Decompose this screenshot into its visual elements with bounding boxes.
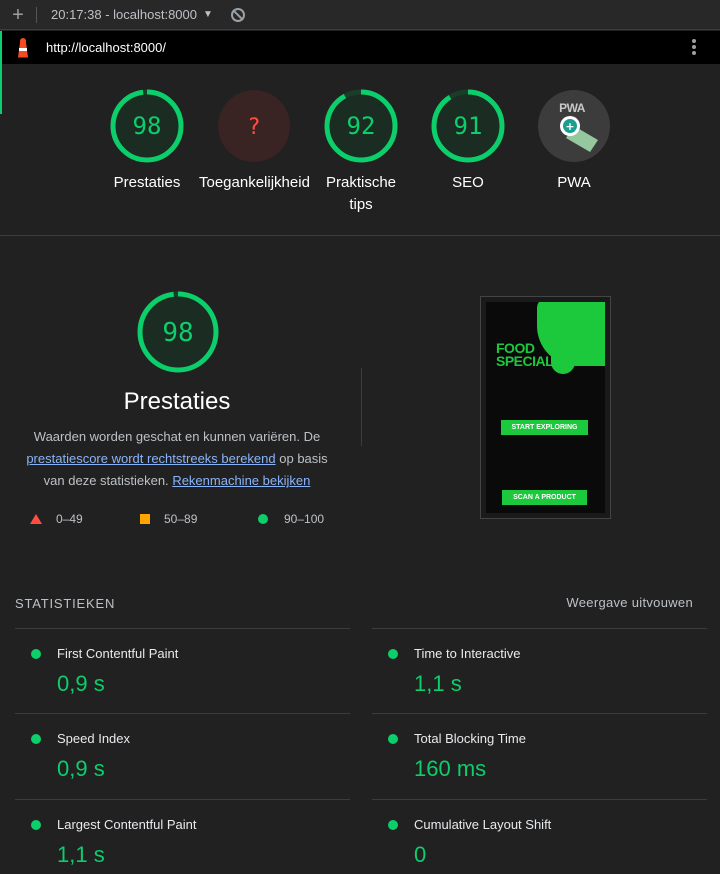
metric-cumulative-layout-shift: Cumulative Layout Shift 0 [372,799,707,874]
pass-circle-icon [31,734,41,744]
metric-value: 0 [414,842,427,867]
gauge-pwa[interactable]: PWA + PWA [519,88,629,194]
calculator-link[interactable]: Rekenmachine bekijken [172,473,310,488]
metric-name: Speed Index [57,731,131,746]
gauge-praktische-tips[interactable]: 92 Praktische tips [306,88,416,216]
devtools-toolbar: + 20:17:38 - localhost:8000 ▼ [0,0,720,30]
final-screenshot-thumbnail[interactable]: FOOD SPECIALIST START EXPLORING SCAN A P… [480,296,611,519]
metric-largest-contentful-paint: Largest Contentful Paint 1,1 s [15,799,350,874]
metric-value: 0,9 s [57,756,105,781]
more-options-kebab-icon[interactable] [692,39,696,57]
toolbar-separator [36,6,37,23]
gauge-label: SEO [452,174,484,191]
report-dropdown-caret-icon[interactable]: ▼ [203,9,213,20]
legend-average: 50–89 [140,512,197,526]
report-url-bar: http://localhost:8000/ [0,31,720,64]
metric-first-contentful-paint: First Contentful Paint 0,9 s [15,628,350,714]
gauge-ring-prestaties: 98 [110,89,184,163]
metric-total-blocking-time: Total Blocking Time 160 ms [372,713,707,799]
svg-text:+: + [565,120,574,133]
score-calculation-link[interactable]: prestatiescore wordt rechtstreeks bereke… [26,451,275,466]
thumb-scan-button: SCAN A PRODUCT [502,490,587,505]
gauge-prestaties[interactable]: 98 Prestaties [92,88,202,194]
gauge-ring-praktische-tips: 92 [324,89,398,163]
performance-gauge: 98 [137,291,219,373]
new-report-plus-icon[interactable]: + [0,0,36,30]
legend-pass: 90–100 [258,512,324,526]
gauge-score: 92 [347,112,376,140]
clear-block-icon[interactable] [230,7,245,22]
performance-title: Prestaties [123,388,231,415]
pass-circle-icon [388,734,398,744]
desc-text: Waarden worden geschat en kunnen variëre… [33,429,321,444]
thumb-start-button: START EXPLORING [501,420,588,435]
average-square-icon [140,514,150,524]
pass-circle-icon [258,514,268,524]
gauge-label: Toegankelijkheid [199,174,309,191]
pwa-badge-icon: PWA + [538,90,610,162]
legend-pass-label: 90–100 [284,512,325,526]
metric-time-to-interactive: Time to Interactive 1,1 s [372,628,707,714]
gauge-seo[interactable]: 91 SEO [413,88,523,194]
gauge-toegankelijkheid[interactable]: ? Toegankelijkheid [199,88,309,194]
gauge-score: 98 [133,112,162,140]
metric-speed-index: Speed Index 0,9 s [15,713,350,799]
fail-triangle-icon [30,514,42,524]
stats-heading: STATISTIEKEN [15,596,116,611]
category-gauges: 98 Prestaties ? Toegankelijkheid 92 Prak… [0,64,720,236]
pass-circle-icon [388,820,398,830]
gauge-label: PWA [557,174,591,191]
gauge-ring-toegankelijkheid: ? [218,90,290,162]
gauge-score: 91 [454,112,483,140]
gauge-ring-seo: 91 [431,89,505,163]
legend-average-label: 50–89 [164,512,198,526]
metric-value: 1,1 s [57,842,105,867]
pass-circle-icon [388,649,398,659]
legend-fail-label: 0–49 [56,512,83,526]
metric-name: Largest Contentful Paint [57,817,197,832]
thumb-title: FOOD SPECIALIST [496,340,574,369]
vertical-divider [361,368,362,446]
gauge-label: Praktische tips [325,174,397,213]
gauge-label: Prestaties [113,174,181,191]
pass-circle-icon [31,820,41,830]
metric-name: Total Blocking Time [414,731,526,746]
performance-score: 98 [162,318,193,348]
metric-value: 0,9 s [57,671,105,696]
gauge-score: ? [247,115,260,140]
svg-text:PWA: PWA [559,101,586,115]
pass-circle-icon [31,649,41,659]
metric-name: Time to Interactive [414,646,521,661]
legend-fail: 0–49 [30,512,83,526]
metric-value: 160 ms [414,756,487,781]
metric-name: Cumulative Layout Shift [414,817,552,832]
metric-value: 1,1 s [414,671,462,696]
lighthouse-logo-icon [16,37,30,58]
performance-description: Waarden worden geschat en kunnen variëre… [18,426,336,492]
metric-name: First Contentful Paint [57,646,179,661]
report-selector-label[interactable]: 20:17:38 - localhost:8000 [51,7,197,22]
expand-view-toggle[interactable]: Weergave uitvouwen [566,595,693,610]
report-url[interactable]: http://localhost:8000/ [46,40,166,55]
